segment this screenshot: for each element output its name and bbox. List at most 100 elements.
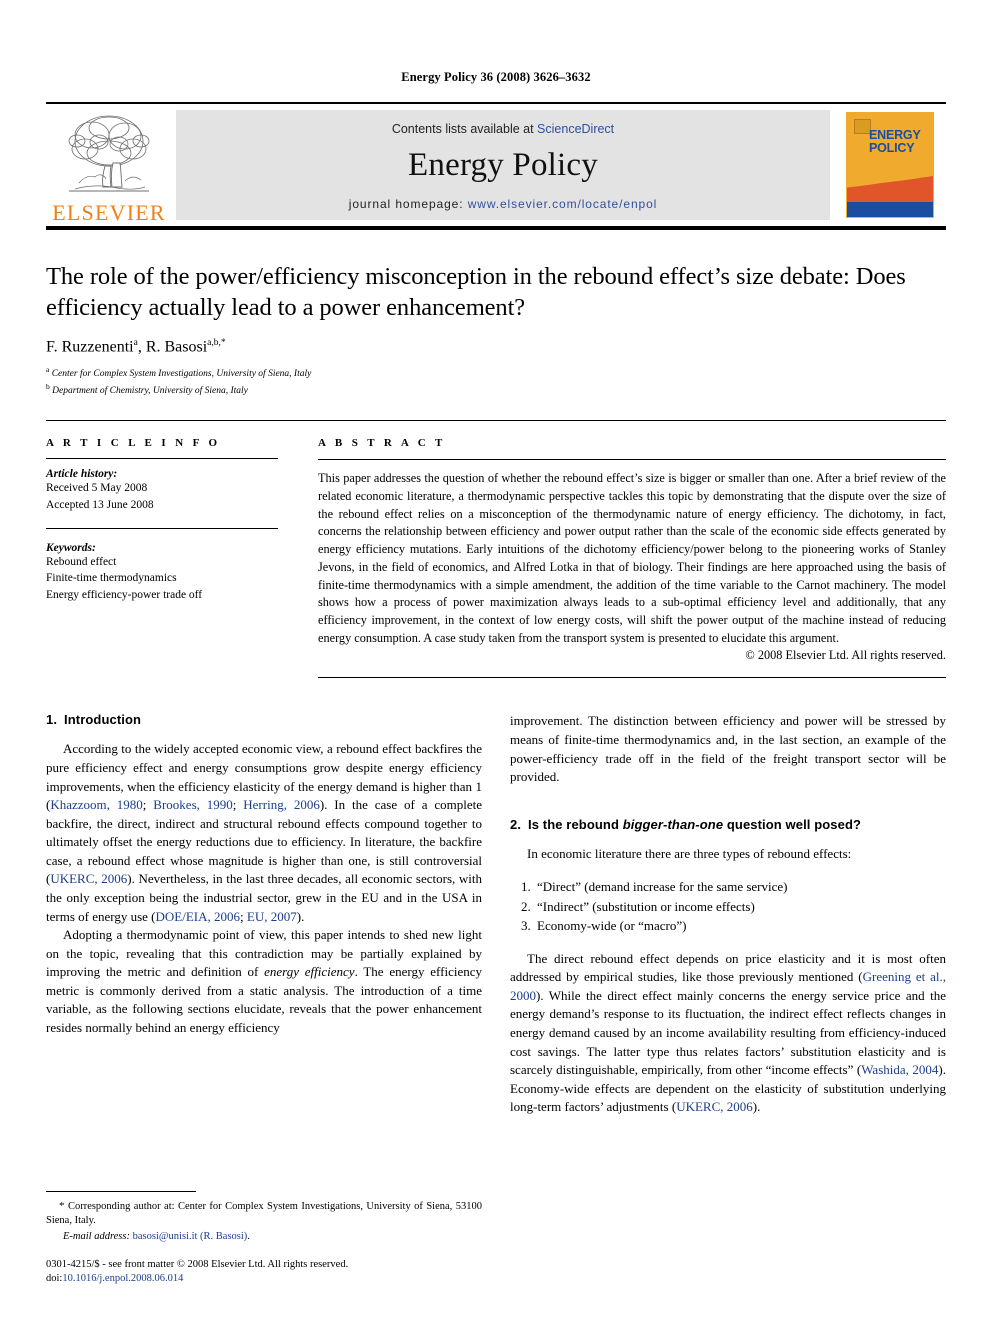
section-number: 2.	[510, 816, 522, 832]
affiliation-list: a Center for Complex System Investigatio…	[46, 365, 946, 398]
article-history-block: Article history: Received 5 May 2008 Acc…	[46, 468, 278, 513]
article-info-heading: A R T I C L E I N F O	[46, 437, 221, 450]
info-abstract-region: A R T I C L E I N F O Article history: R…	[46, 420, 946, 679]
email-note: E-mail address: basosi@unisi.it (R. Baso…	[46, 1231, 482, 1242]
contents-available-line: Contents lists available at ScienceDirec…	[392, 122, 614, 136]
section-title-part-b: question well posed?	[723, 816, 862, 832]
contents-prefix: Contents lists available at	[391, 121, 538, 136]
journal-title: Energy Policy	[408, 146, 598, 183]
elsevier-wordmark: ELSEVIER	[52, 200, 166, 225]
cover-title-line1: ENERGY	[869, 128, 921, 142]
running-head: Energy Policy 36 (2008) 3626–3632	[401, 70, 591, 84]
keyword-item: Finite-time thermodynamics	[46, 572, 177, 585]
article-page: Energy Policy 36 (2008) 3626–3632 ELSEVI…	[0, 0, 992, 1323]
article-accepted-date: Accepted 13 June 2008	[46, 499, 154, 511]
keywords-label: Keywords:	[46, 541, 96, 554]
list-item: Economy-wide (or “macro”)	[534, 916, 946, 936]
citation-ukerc-2006[interactable]: UKERC, 2006	[50, 871, 127, 886]
rebound-effect-types-list: “Direct” (demand increase for the same s…	[510, 877, 946, 936]
section-heading-rebound-question: 2. Is the rebound bigger-than-one questio…	[510, 817, 946, 832]
intro-p2-italic-term: energy efficiency	[264, 964, 355, 980]
article-info-rule	[46, 458, 278, 460]
citation-herring-2006[interactable]: Herring, 2006	[243, 797, 320, 812]
masthead-center-panel: Contents lists available at ScienceDirec…	[176, 110, 830, 220]
footnote-block: * Corresponding author at: Center for Co…	[46, 1190, 482, 1287]
journal-masthead: ELSEVIER Contents lists available at Sci…	[46, 102, 946, 226]
affiliation-b: b Department of Chemistry, University of…	[46, 382, 946, 399]
cover-wave-graphic	[847, 176, 933, 202]
section-number: 1.	[46, 712, 58, 728]
abstract-column: A B S T R A C T This paper addresses the…	[296, 437, 946, 679]
article-info-column: A R T I C L E I N F O Article history: R…	[46, 437, 296, 678]
citation-khazzoom-1980[interactable]: Khazzoom, 1980	[50, 797, 142, 812]
body-column-right: improvement. The distinction between eff…	[510, 712, 946, 1117]
sec2-p1-part-d: ).	[752, 1099, 761, 1115]
sep: ;	[142, 797, 154, 813]
citation-brookes-1990[interactable]: Brookes, 1990	[153, 797, 232, 812]
section-heading-introduction: 1. Introduction	[46, 712, 482, 727]
doi-line: doi:10.1016/j.enpol.2008.06.014	[46, 1272, 482, 1287]
intro-p1-part-d: ).	[296, 908, 305, 924]
abstract-rule	[318, 459, 946, 461]
sciencedirect-link[interactable]: ScienceDirect	[537, 122, 614, 136]
affiliation-b-text: Department of Chemistry, University of S…	[52, 385, 248, 396]
cover-bottom-band	[847, 202, 933, 217]
journal-cover: ENERGY POLICY	[834, 104, 946, 226]
author-1: F. Ruzzenenti	[46, 338, 134, 356]
email-label: E-mail address:	[63, 1230, 130, 1242]
body-columns: 1. Introduction According to the widely a…	[46, 712, 946, 1117]
author-list: F. Ruzzenentia, R. Basosia,b,*	[46, 338, 946, 356]
citation-washida-2004[interactable]: Washida, 2004	[861, 1062, 938, 1077]
section-title-italic: bigger-than-one	[622, 816, 724, 832]
doi-label: doi:	[46, 1273, 63, 1285]
sep: ;	[232, 797, 244, 813]
sep: ;	[240, 908, 247, 924]
elsevier-tree-icon	[57, 110, 161, 202]
abstract-heading: A B S T R A C T	[318, 437, 446, 450]
intro-paragraph-2-continued: improvement. The distinction between eff…	[510, 712, 946, 786]
citation-doe-eia-2006[interactable]: DOE/EIA, 2006	[156, 909, 241, 924]
list-item: “Indirect” (substitution or income effec…	[534, 897, 946, 917]
intro-paragraph-1: According to the widely accepted economi…	[46, 740, 482, 926]
citation-eu-2007[interactable]: EU, 2007	[247, 909, 297, 924]
cover-title-line2: POLICY	[869, 140, 915, 155]
sec2-paragraph-1: The direct rebound effect depends on pri…	[510, 950, 946, 1117]
article-history-label: Article history:	[46, 468, 118, 481]
journal-cover-image: ENERGY POLICY	[847, 113, 933, 217]
homepage-prefix: journal homepage:	[348, 196, 468, 211]
keyword-item: Rebound effect	[46, 555, 117, 568]
keywords-block: Keywords: Rebound effect Finite-time the…	[46, 527, 278, 604]
corresponding-author-text: Corresponding author at: Center for Comp…	[46, 1200, 482, 1227]
section-title-part-a: Is the rebound	[528, 816, 623, 832]
keyword-item: Energy efficiency-power trade off	[46, 589, 203, 602]
affiliation-b-marker: b	[46, 381, 50, 391]
email-link[interactable]: basosi@unisi.it (R. Basosi)	[133, 1231, 248, 1242]
cover-title-text: ENERGY POLICY	[869, 129, 921, 155]
email-suffix: .	[247, 1230, 250, 1242]
abstract-bottom-rule	[318, 677, 946, 679]
sec2-lead-paragraph: In economic literature there are three t…	[527, 845, 852, 861]
intro-p2-continuation: improvement. The distinction between eff…	[510, 713, 946, 785]
affiliation-a-marker: a	[46, 365, 50, 375]
body-column-left: 1. Introduction According to the widely a…	[46, 712, 482, 1117]
issn-doi-block: 0301-4215/$ - see front matter © 2008 El…	[46, 1258, 482, 1287]
author-2-affil-marker: a,b,*	[207, 337, 226, 348]
journal-homepage-line: journal homepage: www.elsevier.com/locat…	[349, 197, 657, 211]
corresponding-author-note: * Corresponding author at: Center for Co…	[46, 1199, 482, 1229]
affiliation-a-text: Center for Complex System Investigations…	[51, 369, 312, 380]
article-title: The role of the power/efficiency misconc…	[46, 263, 906, 321]
intro-paragraph-2: Adopting a thermodynamic point of view, …	[46, 926, 482, 1037]
journal-homepage-link[interactable]: www.elsevier.com/locate/enpol	[468, 197, 658, 211]
citation-ukerc-2006-second[interactable]: UKERC, 2006	[676, 1099, 753, 1114]
doi-link[interactable]: 10.1016/j.enpol.2008.06.014	[62, 1273, 183, 1284]
section-title: Introduction	[64, 712, 142, 728]
issn-line: 0301-4215/$ - see front matter © 2008 El…	[46, 1258, 349, 1270]
list-item: “Direct” (demand increase for the same s…	[534, 877, 946, 897]
author-2: , R. Basosi	[137, 338, 208, 356]
title-block: The role of the power/efficiency misconc…	[46, 230, 946, 398]
footnote-rule	[46, 1190, 196, 1192]
abstract-copyright: © 2008 Elsevier Ltd. All rights reserved…	[745, 648, 946, 663]
abstract-text: This paper addresses the question of whe…	[318, 471, 946, 645]
affiliation-a: a Center for Complex System Investigatio…	[46, 365, 946, 382]
